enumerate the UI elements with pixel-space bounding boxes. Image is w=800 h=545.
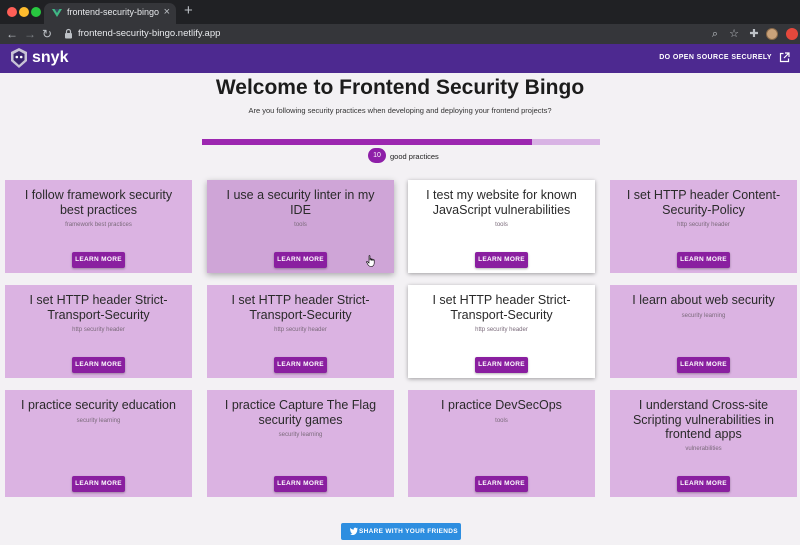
new-tab-plus-icon[interactable]: + — [184, 3, 193, 19]
bingo-card[interactable]: I set HTTP header Content-Security-Polic… — [610, 180, 797, 273]
tab-title: frontend-security-bingo — [67, 7, 160, 17]
practices-count-label: good practices — [390, 152, 439, 161]
bingo-card[interactable]: I set HTTP header Strict-Transport-Secur… — [207, 285, 394, 378]
open-source-link[interactable]: DO OPEN SOURCE SECURELY — [659, 54, 772, 61]
card-title: I practice DevSecOps — [441, 398, 562, 412]
back-icon[interactable]: ← — [6, 26, 18, 42]
tab-close-icon[interactable]: × — [164, 6, 170, 18]
card-tag: http security header — [72, 327, 125, 333]
progress-bar-fill — [202, 139, 533, 145]
browser-tab-bar: frontend-security-bingo × + — [0, 0, 800, 24]
card-tag: framework best practices — [65, 222, 132, 228]
card-tag: http security header — [475, 327, 528, 333]
lock-icon — [65, 28, 72, 39]
minimize-window-button[interactable] — [19, 7, 29, 17]
card-tag: tools — [495, 418, 508, 424]
bingo-card[interactable]: I practice security education security l… — [5, 390, 192, 497]
card-title: I set HTTP header Strict-Transport-Secur… — [432, 293, 571, 322]
progress-bar — [202, 139, 600, 145]
twitter-icon — [350, 527, 358, 535]
vue-favicon-icon — [52, 9, 62, 17]
bingo-card[interactable]: I set HTTP header Strict-Transport-Secur… — [408, 285, 595, 378]
card-tag: security learning — [76, 418, 121, 424]
card-tag: security learning — [681, 313, 726, 319]
card-tag: vulnerabilities — [685, 446, 722, 452]
star-icon[interactable]: ☆ — [727, 27, 741, 41]
learn-more-button[interactable]: LEARN MORE — [72, 252, 125, 268]
puzzle-icon[interactable]: ✚ — [747, 27, 761, 41]
card-title: I follow framework security best practic… — [24, 188, 173, 217]
bingo-card[interactable]: I practice Capture The Flag security gam… — [207, 390, 394, 497]
card-title: I practice security education — [21, 398, 176, 412]
card-title: I test my website for known JavaScript v… — [426, 188, 577, 217]
learn-more-button[interactable]: LEARN MORE — [72, 357, 125, 373]
card-title: I understand Cross-site Scripting vulner… — [632, 398, 775, 441]
card-title: I set HTTP header Content-Security-Polic… — [626, 188, 781, 217]
card-title: I learn about web security — [632, 293, 775, 307]
share-button-label: SHARE WITH YOUR FRIENDS — [359, 528, 458, 535]
card-tag: http security header — [274, 327, 327, 333]
browser-tab[interactable]: frontend-security-bingo × — [44, 3, 176, 24]
extension-icon[interactable] — [786, 28, 798, 40]
card-tag: tools — [294, 222, 307, 228]
learn-more-button[interactable]: LEARN MORE — [274, 357, 327, 373]
maximize-window-button[interactable] — [31, 7, 41, 17]
bingo-card[interactable]: I practice DevSecOps tools LEARN MORE — [408, 390, 595, 497]
share-button[interactable]: SHARE WITH YOUR FRIENDS — [341, 523, 461, 540]
snyk-logo-text[interactable]: snyk — [32, 49, 68, 67]
learn-more-button[interactable]: LEARN MORE — [475, 357, 528, 373]
card-tag: http security header — [677, 222, 730, 228]
learn-more-button[interactable]: LEARN MORE — [72, 476, 125, 492]
learn-more-button[interactable]: LEARN MORE — [677, 357, 730, 373]
profile-avatar[interactable] — [766, 28, 778, 40]
bingo-card[interactable]: I follow framework security best practic… — [5, 180, 192, 273]
learn-more-button[interactable]: LEARN MORE — [677, 476, 730, 492]
bingo-card[interactable]: I set HTTP header Strict-Transport-Secur… — [5, 285, 192, 378]
snyk-logo-icon[interactable] — [9, 47, 29, 69]
hand-cursor-icon — [366, 255, 375, 267]
bingo-card[interactable]: I test my website for known JavaScript v… — [408, 180, 595, 273]
bingo-card[interactable]: I learn about web security security lear… — [610, 285, 797, 378]
practices-count-badge: 10 — [368, 148, 386, 163]
card-tag: tools — [495, 222, 508, 228]
forward-icon[interactable]: → — [24, 26, 36, 42]
learn-more-button[interactable]: LEARN MORE — [274, 476, 327, 492]
learn-more-button[interactable]: LEARN MORE — [677, 252, 730, 268]
close-window-button[interactable] — [7, 7, 17, 17]
page-subtitle: Are you following security practices whe… — [248, 106, 552, 115]
site-header: snyk DO OPEN SOURCE SECURELY — [0, 44, 800, 73]
card-title: I set HTTP header Strict-Transport-Secur… — [29, 293, 168, 322]
external-link-icon[interactable] — [779, 52, 790, 63]
url-field[interactable]: frontend-security-bingo.netlify.app — [78, 28, 220, 39]
bingo-card[interactable]: I understand Cross-site Scripting vulner… — [610, 390, 797, 497]
page-title: Welcome to Frontend Security Bingo — [215, 76, 585, 99]
card-title: I set HTTP header Strict-Transport-Secur… — [231, 293, 370, 322]
card-title: I practice Capture The Flag security gam… — [224, 398, 377, 427]
search-icon[interactable]: ⌕ — [708, 27, 722, 41]
learn-more-button[interactable]: LEARN MORE — [274, 252, 327, 268]
card-title: I use a security linter in my IDE — [226, 188, 375, 217]
card-tag: security learning — [278, 432, 323, 438]
learn-more-button[interactable]: LEARN MORE — [475, 476, 528, 492]
browser-address-bar: ← → ↻ frontend-security-bingo.netlify.ap… — [0, 24, 800, 44]
learn-more-button[interactable]: LEARN MORE — [475, 252, 528, 268]
reload-icon[interactable]: ↻ — [42, 26, 52, 42]
